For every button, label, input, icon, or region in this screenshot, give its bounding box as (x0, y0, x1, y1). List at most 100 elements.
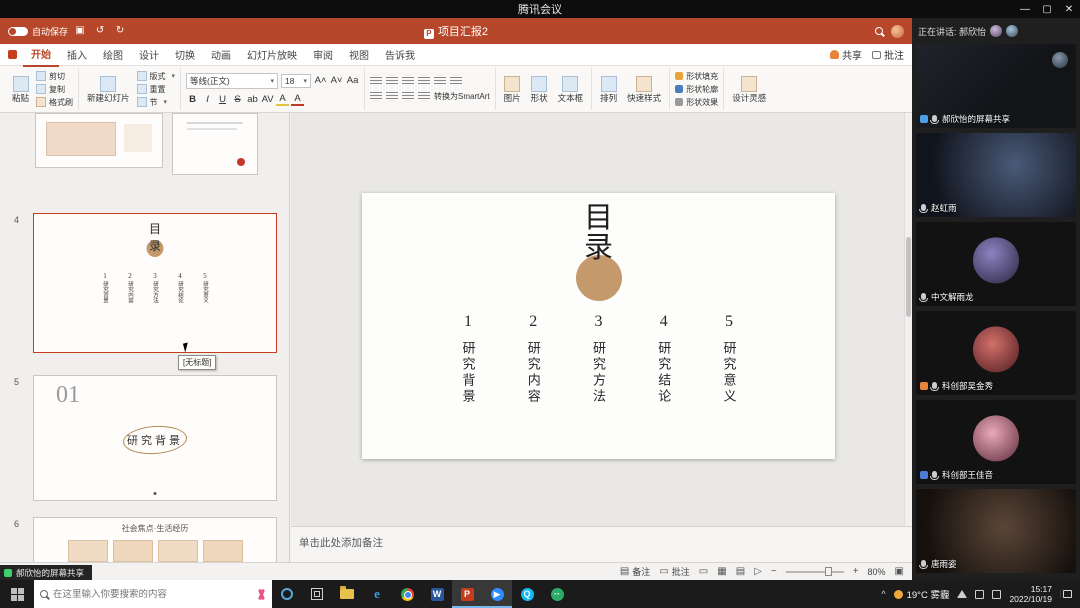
scrollbar-thumb[interactable] (906, 237, 911, 317)
align-center-icon[interactable] (386, 92, 398, 101)
reset-button[interactable]: 重置 (137, 84, 176, 95)
tab-slideshow[interactable]: 幻灯片放映 (239, 44, 305, 66)
file-explorer-button[interactable] (332, 580, 362, 608)
font-size-combo[interactable]: 18▾ (281, 74, 311, 88)
word-button[interactable]: W (422, 580, 452, 608)
grow-font-button[interactable]: A˄ (314, 75, 327, 86)
powerpoint-button[interactable]: P (452, 580, 482, 608)
section-button[interactable]: 节▾ (137, 97, 176, 108)
participant-tile-screen-share[interactable]: 郝欣怡的屏幕共享 (916, 44, 1076, 128)
paste-button[interactable]: 粘贴 (9, 76, 32, 103)
tab-home[interactable]: 开始 (23, 43, 59, 67)
font-name-combo[interactable]: 等线(正文)▾ (186, 73, 278, 89)
tab-transitions[interactable]: 切换 (167, 44, 203, 66)
tab-review[interactable]: 审阅 (305, 44, 341, 66)
font-color-button[interactable]: A (291, 93, 304, 106)
shape-effects-button[interactable]: 形状效果 (675, 97, 718, 108)
tab-design[interactable]: 设计 (131, 44, 167, 66)
bold-button[interactable]: B (186, 94, 199, 105)
zoom-in-button[interactable]: + (853, 566, 859, 577)
current-slide[interactable]: 目 录 1研究背景 2研究内容 3研究方法 4研究结论 5研究意义 (362, 193, 835, 459)
slide-thumbnail-partial[interactable] (172, 113, 258, 175)
volume-icon[interactable] (975, 590, 984, 599)
bullets-icon[interactable] (370, 77, 382, 86)
search-input[interactable] (53, 589, 251, 600)
char-spacing-button[interactable]: AV (261, 94, 274, 105)
participant-tile[interactable]: 赵虹雨 (916, 133, 1076, 217)
participant-tile[interactable]: 中文解雨龙 (916, 222, 1076, 306)
search-icon[interactable] (875, 27, 883, 35)
zoom-slider[interactable] (786, 571, 844, 573)
screen-share-indicator[interactable]: 郝欣怡的屏幕共享 (0, 565, 92, 580)
align-right-icon[interactable] (402, 92, 414, 101)
fit-to-window-button[interactable]: ▣ (895, 566, 904, 577)
format-painter-button[interactable]: 格式刷 (36, 97, 73, 108)
text-shadow-button[interactable]: ab (246, 94, 259, 105)
shapes-button[interactable]: 形状 (528, 76, 551, 103)
shape-fill-button[interactable]: 形状填充 (675, 71, 718, 82)
taskbar-search[interactable] (34, 580, 272, 608)
slide-canvas[interactable]: 目 录 1研究背景 2研究内容 3研究方法 4研究结论 5研究意义 (291, 113, 912, 526)
design-ideas-button[interactable]: 设计灵感 (729, 76, 769, 103)
zoom-slider-thumb[interactable] (825, 567, 832, 576)
weather-widget[interactable]: 19°C 雾霾 (894, 587, 950, 601)
tencent-meeting-button[interactable]: ▶ (482, 580, 512, 608)
network-icon[interactable] (957, 590, 967, 598)
account-avatar[interactable] (891, 25, 904, 38)
indent-increase-icon[interactable] (418, 77, 430, 86)
layout-button[interactable]: 版式▾ (137, 71, 176, 82)
taskbar-clock[interactable]: 15:17 2022/10/19 (1009, 584, 1052, 604)
qq-button[interactable]: Q (512, 580, 542, 608)
clear-format-button[interactable]: Aa (346, 75, 359, 86)
comments-toggle[interactable]: ▭批注 (659, 565, 689, 578)
slide-thumbnail-panel[interactable]: 4 目 录 1研究背景 2研究内容 3研究方法 4研究结论 5研究意义 [无标题… (0, 113, 290, 562)
cortana-button[interactable] (272, 580, 302, 608)
notes-pane[interactable]: 单击此处添加备注 (291, 526, 912, 562)
text-direction-icon[interactable] (450, 77, 462, 86)
zoom-out-button[interactable]: − (771, 566, 777, 577)
italic-button[interactable]: I (201, 94, 214, 105)
convert-smartart-button[interactable]: 转换为SmartArt (434, 91, 490, 102)
align-left-icon[interactable] (370, 92, 382, 101)
justify-icon[interactable] (418, 92, 430, 101)
new-slide-button[interactable]: 新建幻灯片 (84, 76, 133, 103)
tab-tellme[interactable]: 告诉我 (377, 44, 423, 66)
indent-decrease-icon[interactable] (402, 77, 414, 86)
slide-thumbnail-6[interactable]: 社会焦点·生活经历 (33, 517, 277, 562)
ime-icon[interactable] (992, 590, 1001, 599)
strikethrough-button[interactable]: S (231, 94, 244, 105)
cut-button[interactable]: 剪切 (36, 71, 73, 82)
underline-button[interactable]: U (216, 94, 229, 105)
participant-tile[interactable]: 科创部王佳音 (916, 400, 1076, 484)
task-view-button[interactable] (302, 580, 332, 608)
canvas-scrollbar[interactable] (904, 113, 912, 526)
comments-button[interactable]: 批注 (872, 47, 904, 62)
shape-outline-button[interactable]: 形状轮廓 (675, 84, 718, 95)
wechat-button[interactable]: ·· (542, 580, 572, 608)
share-button[interactable]: 共享 (830, 47, 862, 62)
slide-thumbnail-4[interactable]: 目 录 1研究背景 2研究内容 3研究方法 4研究结论 5研究意义 (33, 213, 277, 353)
normal-view-button[interactable]: ▭ (699, 566, 708, 577)
show-hidden-icons-button[interactable]: ^ (881, 589, 885, 599)
tab-view[interactable]: 视图 (341, 44, 377, 66)
tab-draw[interactable]: 绘图 (95, 44, 131, 66)
participant-tile[interactable]: 唐雨姿 (916, 489, 1076, 573)
chrome-button[interactable] (392, 580, 422, 608)
shrink-font-button[interactable]: A˅ (330, 75, 343, 86)
participant-tile[interactable]: 科创部吴金秀 (916, 311, 1076, 395)
close-button[interactable]: ✕ (1058, 4, 1080, 15)
picture-button[interactable]: 图片 (501, 76, 524, 103)
slide-thumbnail-partial[interactable] (35, 113, 163, 168)
file-menu-icon[interactable] (8, 50, 17, 59)
highlight-color-button[interactable]: A (276, 93, 289, 106)
edge-button[interactable]: e (362, 580, 392, 608)
maximize-button[interactable]: ▢ (1036, 4, 1058, 15)
textbox-button[interactable]: 文本框 (555, 76, 587, 103)
quick-styles-button[interactable]: 快速样式 (624, 76, 664, 103)
copy-button[interactable]: 复制 (36, 84, 73, 95)
line-spacing-icon[interactable] (434, 77, 446, 86)
minimize-button[interactable]: — (1014, 4, 1036, 15)
numbering-icon[interactable] (386, 77, 398, 86)
slide-thumbnail-5[interactable]: 01 研究背景 (33, 375, 277, 501)
notes-toggle[interactable]: ▤备注 (620, 565, 650, 578)
